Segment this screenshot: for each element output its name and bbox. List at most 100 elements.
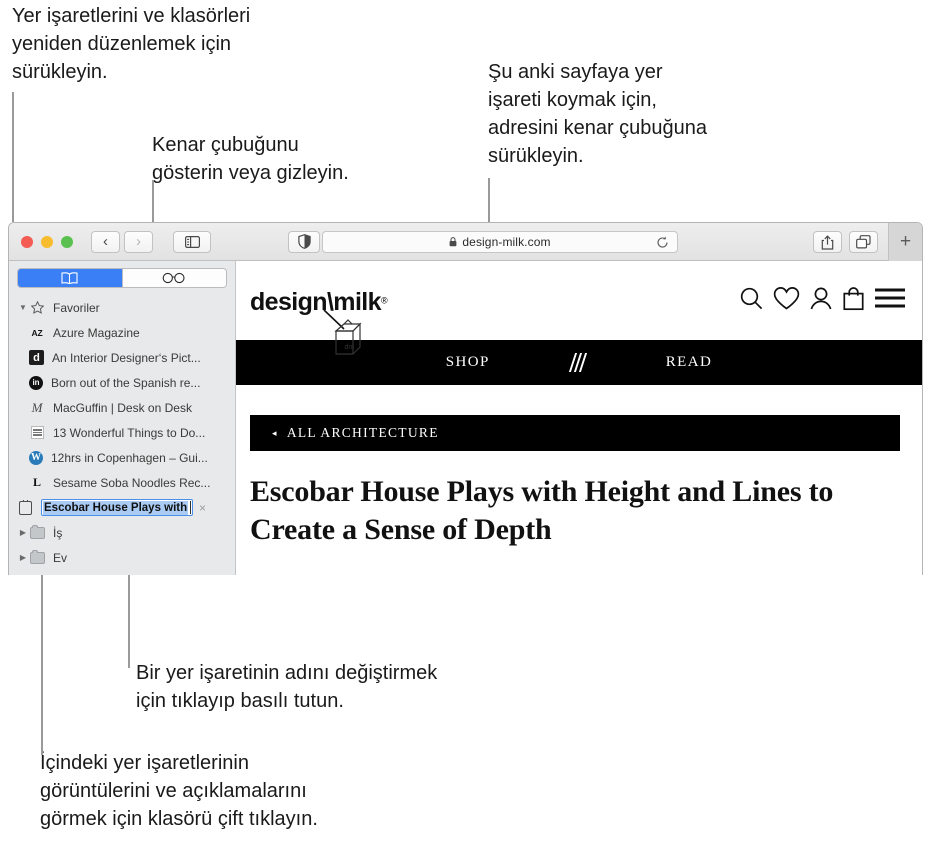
callout-rename-bookmark: Bir yer işaretinin adını değiştirmek içi…	[136, 662, 438, 712]
bookmarks-sidebar: ▼ Favoriler AZ Azure Magazine d An Inter…	[9, 261, 236, 575]
leader-line-reorder	[12, 92, 14, 222]
bookmark-label: 12hrs in Copenhagen – Gui...	[51, 450, 208, 465]
milk-carton-icon: dm	[323, 310, 362, 355]
sidebar-segmented-control	[17, 268, 227, 288]
bookmark-label: Azure Magazine	[53, 325, 140, 340]
share-icon	[821, 234, 834, 250]
bookmark-list: ▼ Favoriler AZ Azure Magazine d An Inter…	[9, 295, 235, 570]
back-button[interactable]: ‹	[91, 230, 120, 253]
sidebar-icon	[184, 235, 200, 248]
address-bar[interactable]: design-milk.com	[322, 231, 678, 253]
favicon-azure-icon: AZ	[31, 327, 43, 338]
favicon-macguffin-icon: M	[31, 399, 43, 415]
sidebar-folder-is[interactable]: ▶ İş	[9, 520, 235, 545]
disclosure-triangle-icon[interactable]: ▶	[17, 528, 29, 537]
browser-content: ▼ Favoriler AZ Azure Magazine d An Inter…	[9, 261, 922, 575]
registered-mark: ®	[380, 295, 388, 306]
list-item[interactable]: AZ Azure Magazine	[9, 320, 235, 345]
list-item[interactable]: L Sesame Soba Noodles Rec...	[9, 470, 235, 495]
folder-label: Ev	[53, 550, 68, 565]
nav-link-read[interactable]: READ	[666, 354, 712, 371]
reload-icon	[657, 236, 668, 248]
list-item[interactable]: d An Interior Designer‘s Pict...	[9, 345, 235, 370]
favicon-kite-icon	[17, 499, 33, 516]
share-button[interactable]	[813, 231, 842, 253]
star-icon	[29, 300, 45, 316]
chevron-left-icon: ◂	[272, 427, 278, 438]
safari-window: ‹ › design-milk.com + ▼ Favoriler AZ Azu…	[8, 222, 923, 575]
menu-icon[interactable]	[874, 287, 906, 314]
web-page: design\milk® dm SHOP READ ◂ ALL ARCHITEC…	[236, 261, 922, 575]
favicon-dezeen-icon: d	[29, 350, 44, 365]
plus-icon: +	[899, 231, 912, 252]
slashes-logo-icon[interactable]	[568, 353, 587, 372]
group-label: Favoriler	[53, 300, 100, 315]
list-item[interactable]: M MacGuffin | Desk on Desk	[9, 395, 235, 420]
browser-toolbar: ‹ › design-milk.com +	[9, 223, 922, 261]
privacy-report-icon	[297, 234, 311, 249]
glasses-icon	[162, 272, 185, 284]
disclosure-triangle-icon[interactable]: ▶	[17, 553, 29, 562]
maximize-window-button[interactable]	[61, 235, 73, 248]
site-logo[interactable]: design\milk® dm	[250, 284, 388, 355]
minimize-window-button[interactable]	[41, 235, 53, 248]
favicon-grid-icon	[29, 425, 45, 441]
heart-icon[interactable]	[773, 286, 800, 316]
navigation-buttons: ‹ ›	[91, 230, 153, 253]
close-window-button[interactable]	[21, 235, 33, 248]
book-icon	[61, 272, 78, 284]
tab-overview-icon	[856, 235, 871, 249]
bookmark-label: An Interior Designer‘s Pict...	[52, 350, 201, 365]
reload-button[interactable]	[655, 235, 670, 250]
address-bar-text: design-milk.com	[462, 235, 551, 249]
window-controls	[21, 235, 73, 248]
favicon-in-circle-icon: in	[29, 375, 43, 390]
site-icon-row	[739, 286, 906, 316]
favicon-wordpress-icon: W	[29, 450, 43, 465]
account-icon[interactable]	[809, 286, 833, 316]
bookmark-label: Born out of the Spanish re...	[51, 375, 201, 390]
chevron-left-icon: ‹	[103, 233, 108, 250]
carton-label: dm	[345, 344, 355, 351]
new-tab-button[interactable]: +	[888, 223, 922, 261]
bookmark-name-value: Escobar House Plays with	[43, 500, 188, 515]
nav-link-shop[interactable]: SHOP	[446, 354, 490, 371]
favicon-l-icon: L	[32, 475, 41, 489]
sidebar-toggle-button[interactable]	[173, 230, 211, 253]
leader-line-bookmark	[488, 178, 490, 222]
tab-bookmarks[interactable]	[18, 269, 122, 287]
search-icon[interactable]	[739, 286, 764, 316]
callout-show-hide-sidebar: Kenar çubuğunu gösterin veya gizleyin.	[152, 134, 349, 184]
lock-icon	[449, 237, 457, 247]
bookmark-rename-row[interactable]: Escobar House Plays with ×	[9, 495, 235, 520]
bookmark-label: 13 Wonderful Things to Do...	[53, 425, 206, 440]
callout-reorder-bookmarks: Yer işaretlerini ve klasörleri yeniden d…	[12, 5, 251, 83]
privacy-report-button[interactable]	[288, 230, 320, 253]
folder-label: İş	[53, 525, 63, 540]
list-item[interactable]: W 12hrs in Copenhagen – Gui...	[9, 445, 235, 470]
text-caret	[189, 501, 191, 514]
shopping-bag-icon[interactable]	[842, 286, 865, 316]
tab-reading-list[interactable]	[122, 269, 226, 287]
article-headline: Escobar House Plays with Height and Line…	[250, 475, 834, 546]
tab-overview-button[interactable]	[849, 231, 878, 253]
bookmark-label: MacGuffin | Desk on Desk	[53, 400, 192, 415]
chevron-right-icon: ›	[136, 233, 141, 250]
toolbar-right-buttons	[813, 231, 878, 253]
folder-icon	[29, 549, 45, 566]
callout-open-folder: İçindeki yer işaretlerinin görüntülerini…	[40, 752, 318, 830]
forward-button[interactable]: ›	[124, 230, 153, 253]
disclosure-triangle-icon[interactable]: ▼	[17, 303, 29, 312]
bookmark-name-input[interactable]: Escobar House Plays with	[41, 499, 193, 516]
bookmark-group-favorites[interactable]: ▼ Favoriler	[9, 295, 235, 320]
list-item[interactable]: 13 Wonderful Things to Do...	[9, 420, 235, 445]
remove-bookmark-button[interactable]: ×	[199, 501, 206, 515]
leader-line-folder	[41, 560, 43, 755]
list-item[interactable]: in Born out of the Spanish re...	[9, 370, 235, 395]
bookmark-label: Sesame Soba Noodles Rec...	[53, 475, 211, 490]
breadcrumb[interactable]: ◂ ALL ARCHITECTURE	[250, 415, 900, 451]
folder-icon	[29, 524, 45, 541]
sidebar-folder-ev[interactable]: ▶ Ev	[9, 545, 235, 570]
leader-line-sidebar	[152, 180, 154, 222]
callout-bookmark-page: Şu anki sayfaya yer işareti koymak için,…	[488, 61, 708, 167]
